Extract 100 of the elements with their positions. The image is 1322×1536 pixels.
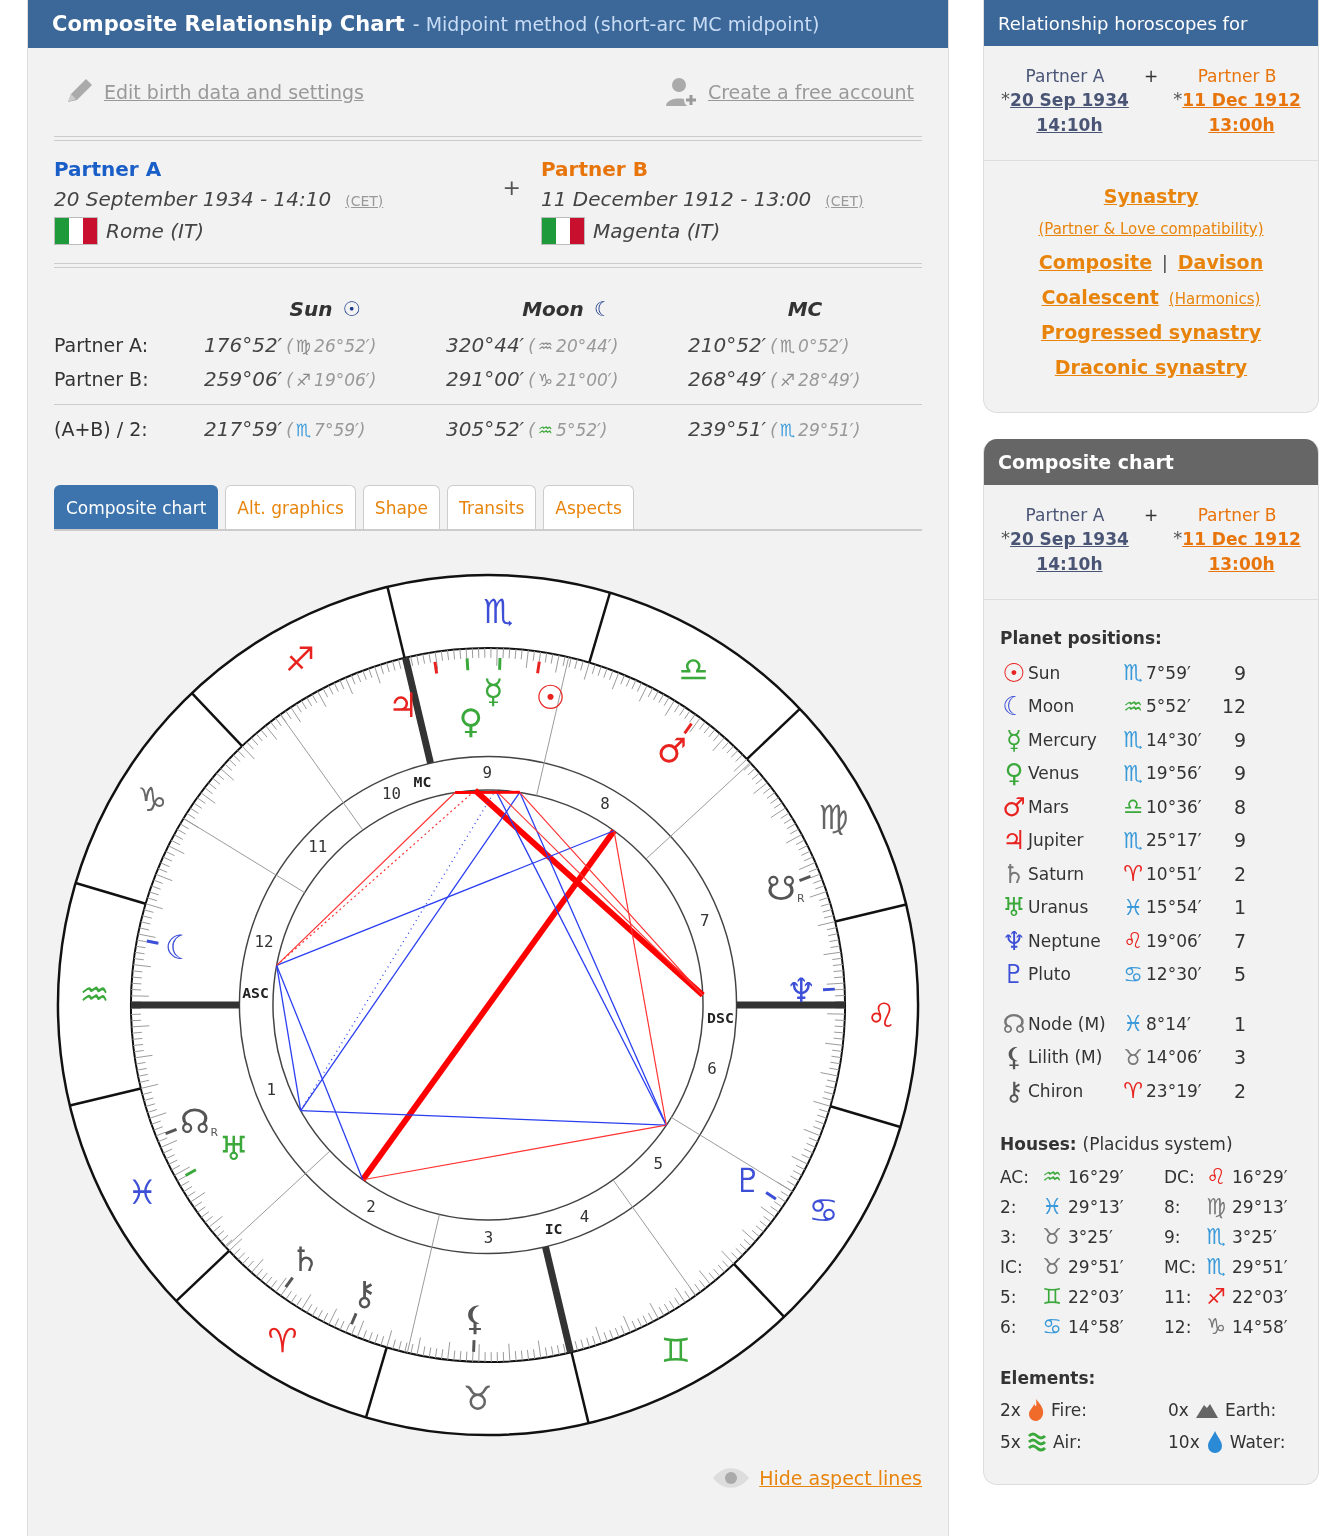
planet-glyph: ♇ (1001, 961, 1027, 988)
house-label: IC: (1000, 1256, 1024, 1277)
sign-position: ( ♐ 19°06′) (286, 370, 377, 390)
planet-glyph: ♂ (1001, 793, 1027, 820)
section-title: Elements: (1000, 1367, 1097, 1388)
timezone-link[interactable]: (CET) (825, 193, 864, 209)
chart-tab[interactable]: Transits (447, 485, 537, 529)
sign-position: ( ♍ 26°52′) (286, 336, 377, 356)
house-label: 8: (1164, 1196, 1182, 1217)
house-number: 12 (1222, 695, 1246, 718)
degree-value: 29°51′ (1068, 1256, 1125, 1277)
wind-icon (1026, 1430, 1047, 1453)
date-link[interactable]: 11 Dec 1912 13:00h (1182, 88, 1301, 138)
degree-value: 10°51′ (1146, 863, 1203, 884)
degree-value: 3°25′ (1232, 1226, 1278, 1247)
partner-name: Partner A (1025, 505, 1105, 525)
sign-glyph: ♍ (1205, 1194, 1227, 1219)
planet-glyph: ☉ (342, 297, 361, 321)
eye-icon (711, 1465, 752, 1491)
birth-place: Rome (IT) (106, 219, 204, 243)
horoscope-link[interactable]: Draconic synastry (1054, 356, 1248, 378)
column-header: Sun (289, 297, 333, 321)
timezone-link[interactable]: (CET) (345, 193, 384, 209)
chart-tab[interactable]: Alt. graphics (225, 485, 356, 529)
sign-glyph: ♏ (1205, 1254, 1227, 1279)
sign-glyph: ♑ (1205, 1314, 1227, 1339)
sign-glyph: ♐ (1205, 1284, 1227, 1309)
house-label: 11: (1164, 1286, 1193, 1307)
house-label: 3: (1000, 1226, 1018, 1247)
sign-glyph: ♏ (1122, 727, 1144, 753)
row-label: (A+B) / 2: (54, 418, 149, 440)
planet-glyph: ♃ (1001, 827, 1027, 854)
sign-glyph: ♉ (1122, 1044, 1144, 1070)
degree-value: 15°54′ (1146, 897, 1203, 918)
house-number: 1 (1232, 1012, 1246, 1035)
settings-link[interactable]: Edit birth data and settings (104, 81, 364, 103)
house-label: 6: (1000, 1316, 1018, 1337)
horoscope-link[interactable]: Davison (1177, 251, 1264, 273)
sign-position: ( ♒ 20°44′) (528, 336, 619, 356)
chart-tab[interactable]: Shape (362, 485, 441, 529)
degree-value: 14°06′ (1146, 1047, 1203, 1068)
sign-glyph: ♒ (1041, 1164, 1063, 1189)
partner-name: Partner A (54, 157, 163, 181)
sign-position: ( ♏ 29°51′) (770, 420, 861, 440)
chart-tab[interactable]: Aspects (543, 485, 634, 529)
horoscope-link[interactable]: (Partner & Love compatibility) (1038, 220, 1264, 238)
longitude-value: 210°52′ (688, 333, 767, 357)
degree-value: 14°30′ (1146, 729, 1203, 750)
house-label: 12: (1164, 1316, 1193, 1337)
element-count: 10x (1168, 1431, 1200, 1452)
longitude-value: 217°59′ (204, 417, 283, 441)
degree-value: 23°19′ (1146, 1080, 1203, 1101)
date-link[interactable]: 20 Sep 1934 14:10h (1010, 527, 1129, 577)
birth-date: 11 December 1912 - 13:00 (541, 187, 812, 211)
chart-tab[interactable]: Composite chart (54, 485, 219, 529)
planet-name: Mercury (1028, 729, 1098, 750)
planet-name: Mars (1028, 796, 1070, 817)
degree-value: 16°29′ (1232, 1166, 1289, 1187)
horoscope-link[interactable]: (Harmonics) (1168, 290, 1261, 308)
date-link[interactable]: 11 Dec 1912 13:00h (1182, 527, 1301, 577)
planet-glyph: ☉ (1001, 659, 1027, 686)
planet-name: Moon (1028, 696, 1076, 717)
date-link[interactable]: 20 Sep 1934 14:10h (1010, 88, 1129, 138)
degree-value: 8°14′ (1146, 1013, 1192, 1034)
horoscope-link[interactable]: Coalescent (1041, 286, 1159, 308)
panel-title: Composite Relationship Chart (52, 12, 405, 36)
sign-glyph: ♏ (1122, 760, 1144, 786)
hide-aspects-link[interactable]: Hide aspect lines (759, 1467, 922, 1489)
longitude-value: 291°00′ (446, 367, 525, 391)
sign-glyph: ♉ (1041, 1224, 1063, 1249)
row-label: Partner B: (54, 368, 150, 390)
separator: | (1162, 253, 1168, 273)
sign-glyph: ♓ (1041, 1194, 1063, 1219)
horoscope-link[interactable]: Synastry (1103, 185, 1199, 207)
horoscope-link[interactable]: Composite (1038, 251, 1153, 273)
sign-position: ( ♐ 28°49′) (770, 370, 861, 390)
degree-value: 3°25′ (1068, 1226, 1114, 1247)
sign-position: ( ♏ 7°59′) (286, 420, 366, 440)
house-number: 1 (1232, 896, 1246, 919)
planet-name: Saturn (1028, 863, 1086, 884)
sign-glyph: ♒ (1122, 693, 1144, 719)
horoscope-link[interactable]: Progressed synastry (1040, 321, 1262, 343)
panel-subtitle: - Midpoint method (short-arc MC midpoint) (412, 13, 820, 35)
longitude-value: 176°52′ (204, 333, 283, 357)
planet-name: Neptune (1028, 930, 1102, 951)
longitude-value: 320°44′ (446, 333, 525, 357)
house-label: MC: (1164, 1256, 1198, 1277)
longitude-value: 305°52′ (446, 417, 525, 441)
asterisk: * (1001, 88, 1011, 109)
asterisk: * (1173, 527, 1183, 548)
birth-place: Magenta (IT) (593, 219, 721, 243)
birth-date: 20 September 1934 - 14:10 (54, 187, 332, 211)
settings-link[interactable]: Create a free account (707, 81, 914, 103)
point-name: Node (M) (1028, 1013, 1107, 1034)
degree-value: 19°56′ (1146, 763, 1203, 784)
house-label: 9: (1164, 1226, 1182, 1247)
column-header: MC (787, 297, 823, 321)
water-drop-icon (1205, 1429, 1224, 1454)
house-number: 2 (1232, 862, 1246, 885)
sign-glyph: ♈ (1122, 1078, 1144, 1104)
